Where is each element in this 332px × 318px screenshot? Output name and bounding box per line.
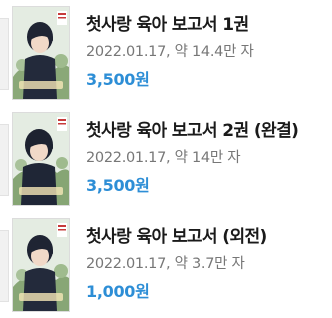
meta-separator: , — [166, 150, 171, 166]
book-info: 첫사랑 육아 보고서 1권 2022.01.17, 약 14.4만 자 3,50… — [86, 14, 326, 90]
book-price: 3,500원 — [86, 70, 150, 89]
book-title[interactable]: 첫사랑 육아 보고서 (외전) — [86, 226, 326, 248]
cover-wrapper[interactable] — [0, 218, 70, 312]
book-meta: 2022.01.17, 약 3.7만 자 — [86, 255, 326, 273]
cover-wrapper[interactable] — [0, 6, 70, 100]
book-item-2[interactable]: 첫사랑 육아 보고서 2권 (완결) 2022.01.17, 약 14만 자 3… — [0, 106, 332, 206]
publish-date: 2022.01.17 — [86, 256, 167, 272]
book-meta: 2022.01.17, 약 14만 자 — [86, 149, 326, 167]
meta-separator: , — [166, 44, 171, 60]
cover-illustration — [13, 113, 69, 205]
book-info: 첫사랑 육아 보고서 (외전) 2022.01.17, 약 3.7만 자 1,0… — [86, 226, 326, 302]
book-meta: 2022.01.17, 약 14.4만 자 — [86, 43, 326, 61]
cover-illustration — [13, 7, 69, 99]
book-info: 첫사랑 육아 보고서 2권 (완결) 2022.01.17, 약 14만 자 3… — [86, 120, 326, 196]
book-item-1[interactable]: 첫사랑 육아 보고서 1권 2022.01.17, 약 14.4만 자 3,50… — [0, 0, 332, 100]
character-count: 약 14.4만 자 — [174, 44, 254, 60]
character-count: 약 14만 자 — [174, 150, 241, 166]
cover-illustration — [13, 219, 69, 311]
publish-date: 2022.01.17 — [86, 44, 167, 60]
book-title[interactable]: 첫사랑 육아 보고서 2권 (완결) — [86, 120, 326, 142]
character-count: 약 3.7만 자 — [174, 256, 245, 272]
book-price: 3,500원 — [86, 176, 150, 195]
cover-wrapper[interactable] — [0, 112, 70, 206]
book-price: 1,000원 — [86, 282, 150, 301]
book-list: 첫사랑 육아 보고서 1권 2022.01.17, 약 14.4만 자 3,50… — [0, 0, 332, 318]
series-stack-indicator — [0, 18, 9, 90]
publish-date: 2022.01.17 — [86, 150, 167, 166]
series-stack-indicator — [0, 230, 9, 302]
book-title[interactable]: 첫사랑 육아 보고서 1권 — [86, 14, 326, 36]
book-cover[interactable] — [12, 112, 70, 206]
book-cover[interactable] — [12, 218, 70, 312]
series-stack-indicator — [0, 124, 9, 196]
book-cover[interactable] — [12, 6, 70, 100]
book-item-3[interactable]: 첫사랑 육아 보고서 (외전) 2022.01.17, 약 3.7만 자 1,0… — [0, 212, 332, 312]
meta-separator: , — [166, 256, 171, 272]
